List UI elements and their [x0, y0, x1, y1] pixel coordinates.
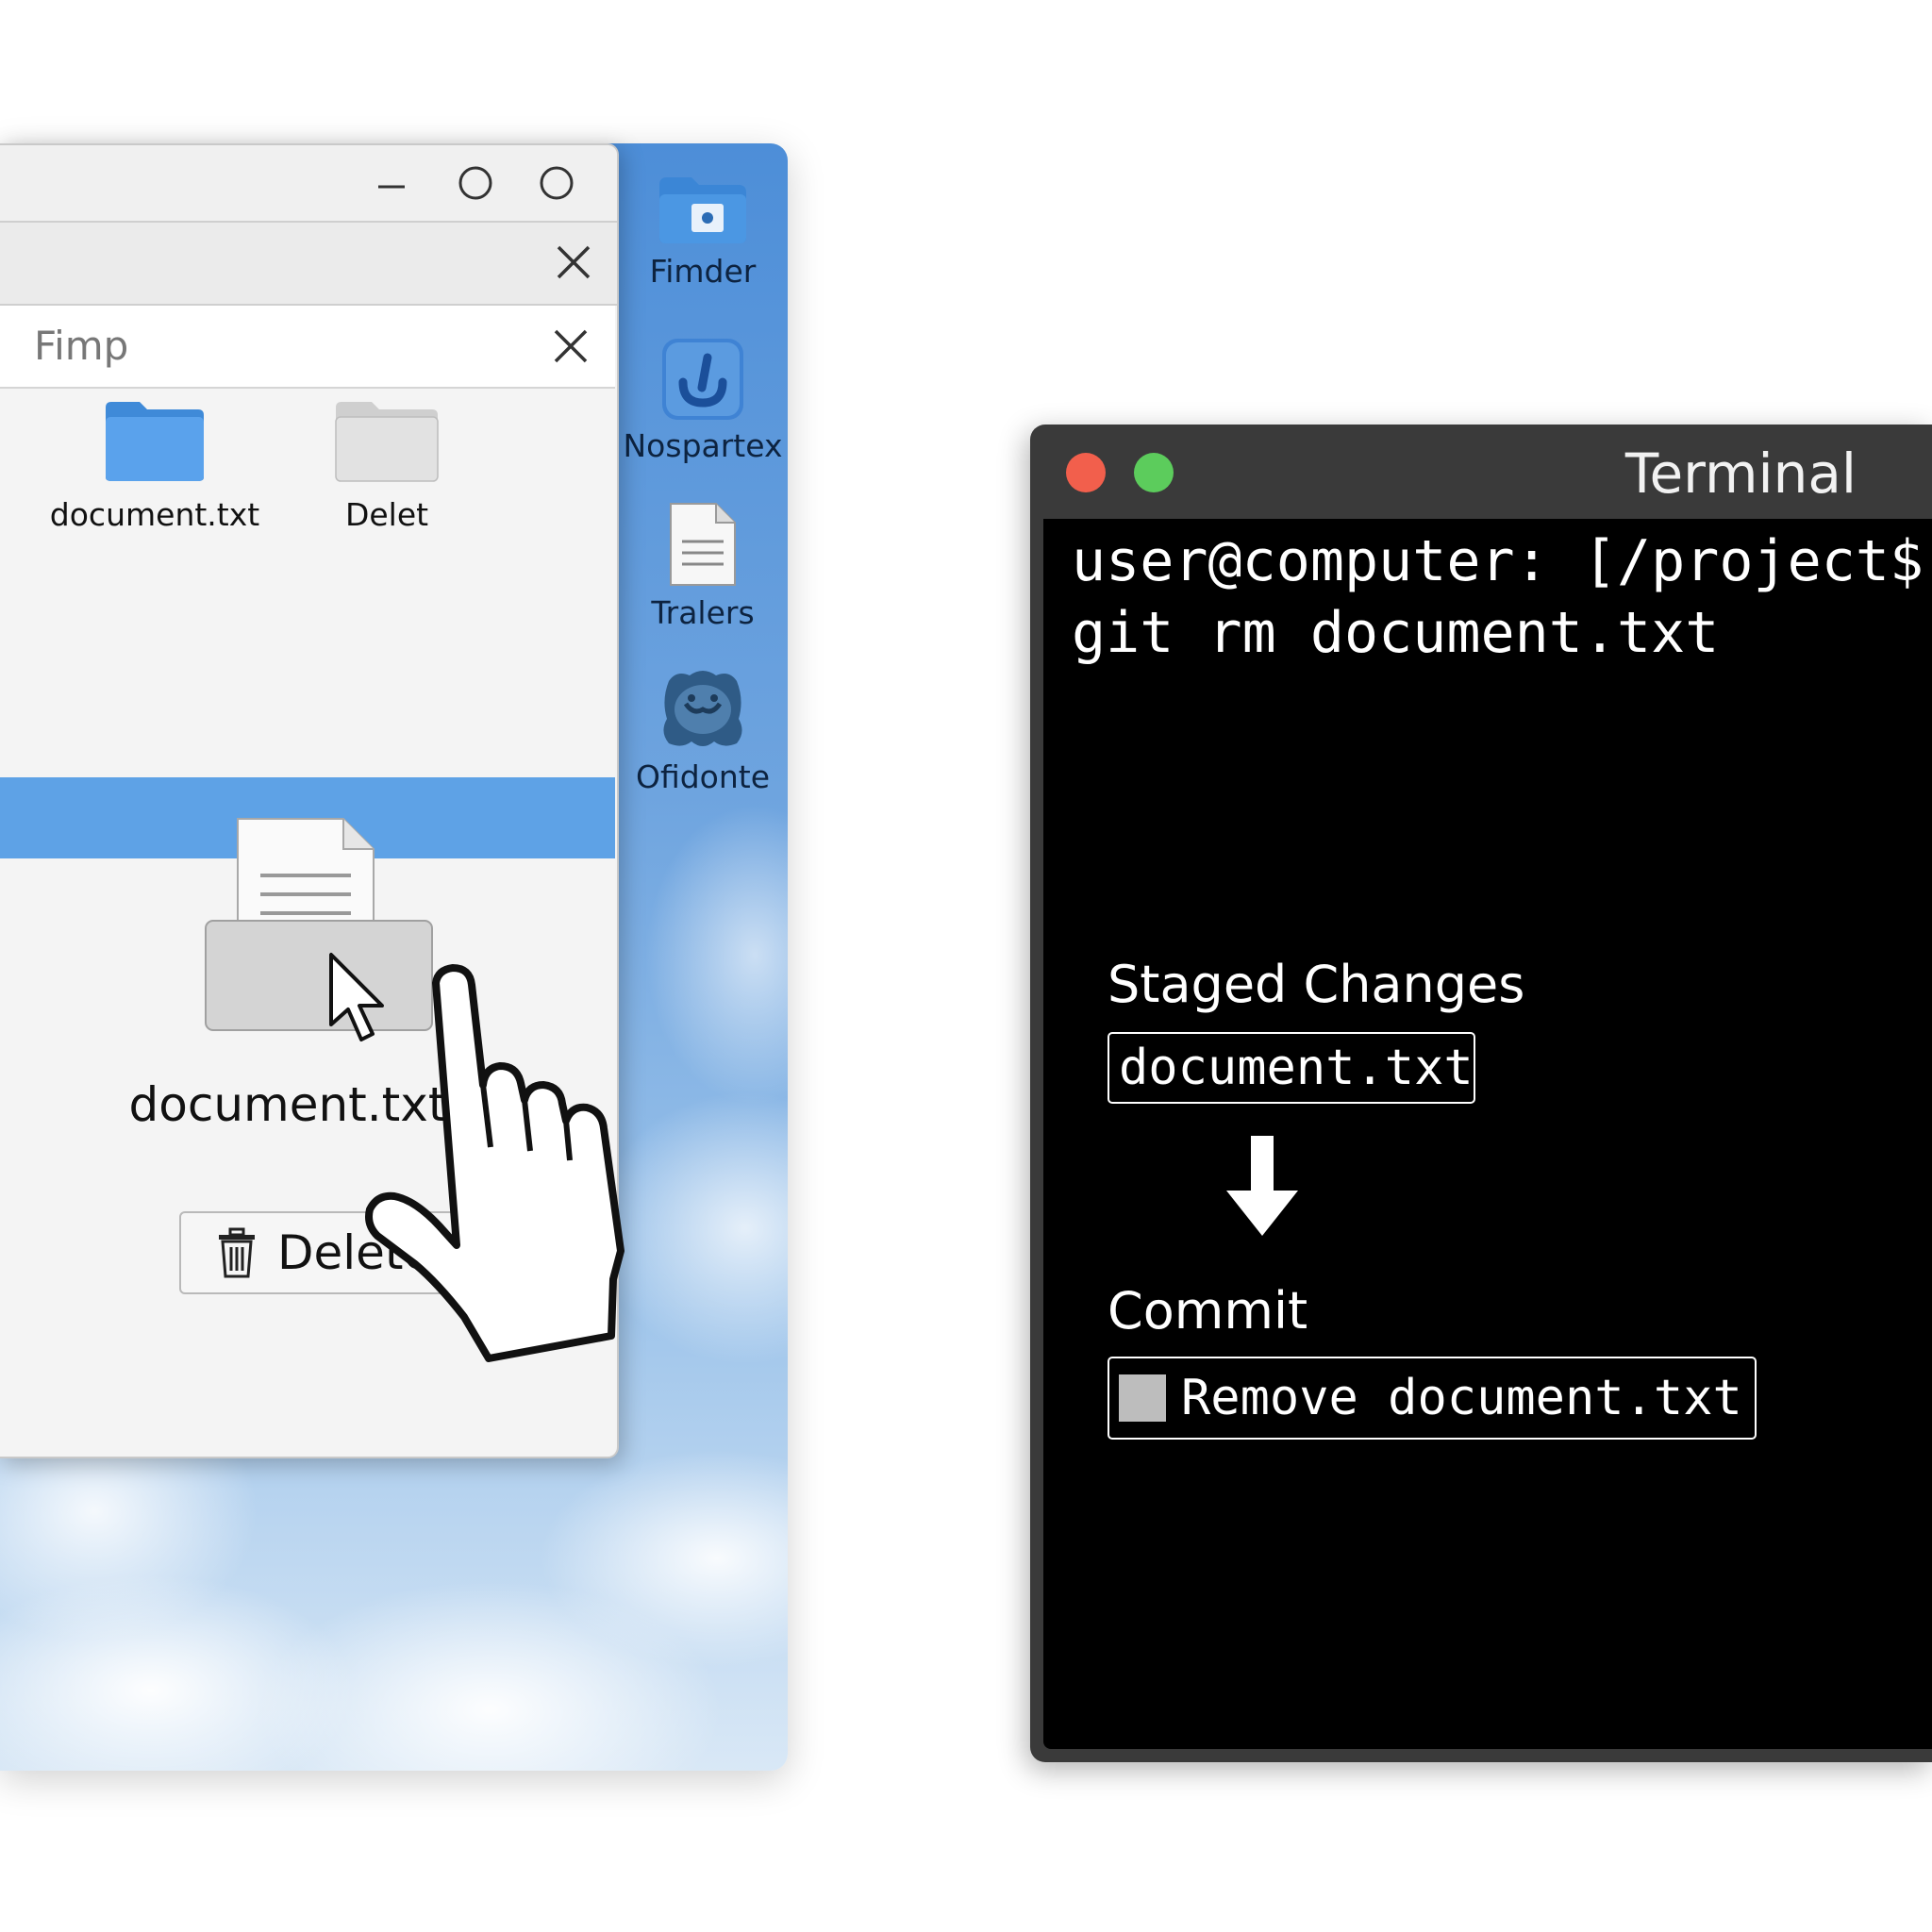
terminal-window: Terminal user@computer: [/project$ git r…	[1030, 425, 1932, 1762]
staged-file-name: document.txt	[1119, 1040, 1474, 1096]
mascot-app-icon	[663, 671, 742, 746]
staged-changes-label: Staged Changes	[1108, 955, 1525, 1014]
desktop-icon-nospartex[interactable]: Nospartex	[623, 337, 783, 464]
panel-header: Fimp	[0, 306, 615, 389]
close-icon[interactable]	[553, 242, 594, 283]
desktop-icon-label: Ofidonte	[635, 758, 771, 795]
panel-title: Fimp	[34, 323, 129, 369]
terminal-title: Terminal	[1624, 441, 1857, 506]
close-icon[interactable]	[551, 326, 591, 366]
command-line: git rm document.txt	[1072, 600, 1720, 666]
commit-message-box[interactable]: Remove document.txt	[1108, 1357, 1757, 1440]
close-traffic-light[interactable]	[1066, 453, 1106, 492]
desktop-icon-tralers[interactable]: Tralers	[623, 500, 783, 631]
trash-icon	[219, 1227, 255, 1278]
minimize-icon[interactable]	[375, 170, 408, 202]
blue-app-icon	[662, 339, 743, 420]
document-icon	[670, 503, 736, 586]
commit-checkbox[interactable]	[1119, 1374, 1166, 1422]
prompt-line: user@computer: [/project$	[1072, 528, 1924, 594]
window-tabbar	[0, 223, 617, 306]
desktop-icon-finder[interactable]: Fimder	[623, 172, 783, 290]
desktop-icon-label: Tralers	[651, 594, 755, 631]
grid-item-folder[interactable]: Delet	[292, 398, 481, 533]
commit-message: Remove document.txt	[1181, 1370, 1742, 1426]
zoom-traffic-light[interactable]	[1134, 453, 1174, 492]
restore-icon[interactable]	[538, 164, 575, 202]
gray-folder-icon	[335, 402, 439, 482]
terminal-body[interactable]: user@computer: [/project$ git rm documen…	[1043, 519, 1932, 1749]
desktop-icon-ofidonte[interactable]: Ofidonte	[623, 662, 783, 795]
blue-folder-icon	[106, 402, 204, 481]
staged-file-box[interactable]: document.txt	[1108, 1032, 1475, 1104]
window-titlebar	[0, 145, 617, 223]
desktop-icon-label: Nospartex	[623, 427, 783, 464]
hand-cursor-icon	[365, 964, 625, 1362]
finder-folder-icon	[659, 177, 746, 243]
maximize-icon[interactable]	[457, 164, 494, 202]
grid-item-folder[interactable]: document.txt	[42, 398, 268, 533]
grid-item-label: document.txt	[49, 496, 260, 533]
grid-item-label: Delet	[344, 496, 429, 533]
commit-label: Commit	[1108, 1281, 1308, 1341]
down-arrow-icon	[1226, 1136, 1298, 1236]
desktop-icon-label: Fimder	[649, 253, 757, 290]
